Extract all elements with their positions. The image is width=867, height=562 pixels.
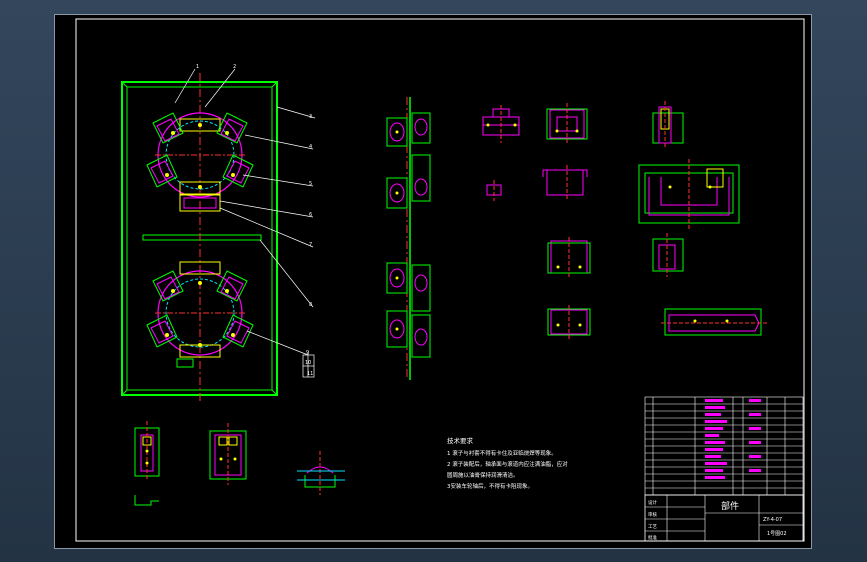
balloon-9: 9: [306, 350, 309, 356]
tech-line-4: 3安装车轮轴后，不得有卡阻现象。: [447, 482, 533, 490]
right-detail-parts: [638, 101, 767, 336]
cad-drawing-canvas[interactable]: 1 2 3 4 5 6 7 8 9 10 11 技术要求 1 滚子与衬套不得有卡…: [54, 14, 812, 549]
title-drawing-no: ZY-4-07: [763, 517, 782, 523]
balloon-1: 1: [196, 64, 199, 70]
parts-list: [644, 396, 804, 496]
title-sheet: 1号图02: [767, 531, 787, 537]
main-assembly-view: 1 2 3 4 5 6 7 8 9 10 11: [121, 64, 316, 403]
balloon-8: 8: [309, 302, 312, 308]
balloon-7: 7: [309, 242, 312, 248]
balloon-3: 3: [309, 114, 312, 120]
title-part-name: 部件: [721, 500, 739, 512]
detail-parts: [482, 103, 591, 339]
tech-line-1: 1 滚子与衬套不得有卡住及亚临烧焊等现象。: [447, 449, 557, 457]
cad-drawing: 1 2 3 4 5 6 7 8 9 10 11 技术要求 1 滚子与衬套不得有卡…: [75, 18, 805, 542]
balloon-4: 4: [309, 144, 312, 150]
tech-line-3: 圆周施以油膏保持润滑清洁。: [447, 471, 519, 479]
title-block: 部件 ZY-4-07 1号图02 设计 审核 工艺 批准: [644, 494, 804, 542]
balloon-10: 10: [305, 360, 311, 366]
title-row-design: 设计: [648, 499, 657, 506]
tech-line-2: 2 滚子装配后，轴承面与滚道内应注满油脂，应对: [447, 460, 568, 468]
balloon-11: 11: [307, 371, 313, 377]
title-row-approve: 批准: [648, 534, 657, 541]
technical-requirements: 技术要求 1 滚子与衬套不得有卡住及亚临烧焊等现象。 2 滚子装配后，轴承面与滚…: [447, 436, 568, 490]
balloon-5: 5: [309, 181, 312, 187]
balloon-2: 2: [233, 64, 236, 70]
tech-heading: 技术要求: [447, 436, 474, 445]
title-row-process: 工艺: [648, 524, 657, 530]
balloon-6: 6: [309, 212, 312, 218]
bottom-small-details: [134, 421, 345, 506]
side-view: [386, 97, 431, 380]
part-balloons: 1 2 3 4 5 6 7 8 9 10 11: [196, 64, 313, 377]
title-row-check: 审核: [648, 511, 657, 518]
